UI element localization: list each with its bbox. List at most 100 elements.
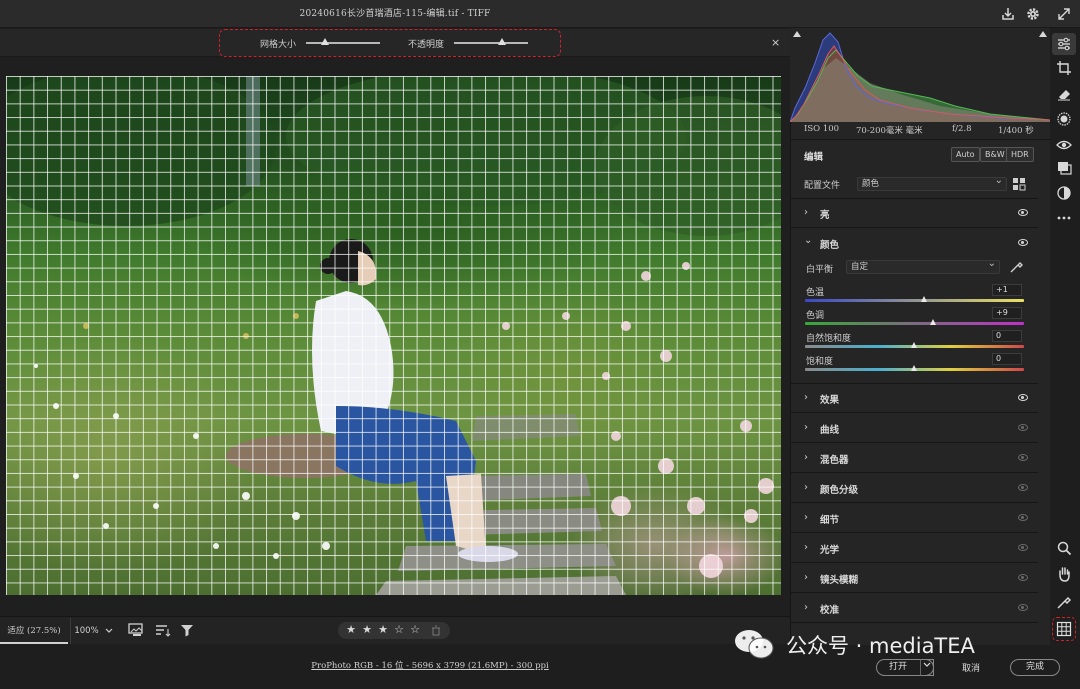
eye-icon[interactable] — [1018, 424, 1028, 431]
opacity-slider-thumb[interactable] — [498, 38, 507, 45]
iso-readout: ISO 100 — [804, 124, 840, 134]
section-effects[interactable]: › 效果 — [790, 384, 1038, 413]
histogram-graph — [789, 32, 1051, 123]
section-light[interactable]: › 亮 — [790, 199, 1038, 228]
hdr-button[interactable]: HDR — [1006, 147, 1034, 162]
tint-value[interactable]: +9 — [992, 307, 1022, 319]
opacity-label: 不透明度 — [408, 40, 445, 50]
done-button[interactable]: 完成 — [1010, 659, 1060, 676]
overlay-controls-highlight: 网格大小 不透明度 — [219, 29, 561, 57]
section-lens-blur[interactable]: › 镜头模糊 — [790, 564, 1038, 593]
overlay-close-button[interactable]: × — [771, 36, 780, 49]
sliders-icon[interactable] — [1056, 36, 1072, 52]
zoom-100-button[interactable]: 100% — [70, 618, 102, 644]
saturation-value[interactable]: 0 — [992, 353, 1022, 365]
section-optics-title: 光学 — [820, 545, 840, 556]
section-calibration[interactable]: › 校准 — [790, 594, 1038, 623]
section-curves[interactable]: › 曲线 — [790, 414, 1038, 443]
chevron-right-icon: › — [804, 452, 808, 463]
section-detail[interactable]: › 细节 — [790, 504, 1038, 533]
chevron-right-icon: › — [804, 392, 808, 403]
grid-size-slider-thumb[interactable] — [320, 38, 329, 45]
edit-title: 编辑 — [804, 152, 824, 163]
temp-value[interactable]: +1 — [992, 284, 1022, 296]
mask-icon[interactable] — [1056, 111, 1072, 127]
chevron-down-icon: ⌄ — [804, 235, 813, 246]
section-color[interactable]: ⌄ 颜色 — [790, 229, 1038, 258]
vibrance-slider-thumb[interactable] — [910, 342, 917, 348]
vibrance-value[interactable]: 0 — [992, 330, 1022, 342]
shadow-clipping-icon[interactable] — [792, 30, 802, 38]
crop-icon[interactable] — [1056, 60, 1072, 76]
rating-star-3[interactable]: ★ — [377, 623, 389, 636]
versions-icon[interactable] — [1056, 185, 1072, 201]
section-optics[interactable]: › 光学 — [790, 534, 1038, 563]
chevron-right-icon: › — [804, 572, 808, 583]
presets-icon[interactable] — [1056, 160, 1072, 176]
wechat-logo-icon — [735, 630, 774, 659]
rating-star-4[interactable]: ☆ — [393, 623, 405, 636]
eyedropper-icon[interactable] — [1010, 259, 1024, 273]
eye-icon[interactable] — [1018, 394, 1028, 401]
highlight-clipping-icon[interactable] — [1038, 30, 1048, 38]
section-mixer-title: 混色器 — [820, 455, 849, 466]
tint-slider-thumb[interactable] — [930, 319, 937, 325]
grid-size-label: 网格大小 — [260, 40, 297, 50]
divider — [790, 139, 1050, 140]
fit-zoom-button[interactable]: 适应 (27.5%) — [0, 618, 68, 644]
cancel-button[interactable]: 取消 — [955, 661, 987, 674]
eye-icon[interactable] — [1018, 484, 1028, 491]
eyedropper-icon[interactable] — [1056, 594, 1072, 610]
chevron-right-icon: › — [804, 512, 808, 523]
rating-star-2[interactable]: ★ — [361, 623, 373, 636]
section-mixer[interactable]: › 混色器 — [790, 444, 1038, 473]
grid-icon[interactable] — [1056, 621, 1072, 637]
gear-icon[interactable] — [1025, 6, 1041, 22]
section-curves-title: 曲线 — [820, 425, 840, 436]
window-title: 20240616长沙首瑞酒店-115-编辑.tif - TIFF — [299, 9, 491, 19]
chevron-right-icon: › — [804, 422, 808, 433]
histogram — [789, 28, 1051, 123]
grid-overlay — [6, 76, 781, 595]
eraser-icon[interactable] — [1056, 86, 1072, 102]
chevron-down-icon[interactable] — [104, 626, 114, 636]
white-balance-label: 白平衡 — [806, 265, 834, 275]
eye-icon[interactable] — [1018, 604, 1028, 611]
more-icon[interactable] — [1056, 210, 1072, 226]
sort-icon[interactable] — [155, 624, 171, 637]
eye-icon[interactable] — [1018, 574, 1028, 581]
zoom-icon[interactable] — [1056, 540, 1072, 556]
eye-icon[interactable] — [1056, 137, 1072, 153]
expand-icon[interactable] — [1056, 6, 1072, 22]
tint-label: 色调 — [806, 311, 825, 321]
tint-slider[interactable] — [805, 322, 1024, 325]
section-color-grading[interactable]: › 颜色分级 — [790, 474, 1038, 503]
eye-icon[interactable] — [1018, 514, 1028, 521]
before-after-icon[interactable] — [128, 623, 146, 637]
hand-icon[interactable] — [1056, 566, 1072, 582]
workflow-options-link[interactable]: ProPhoto RGB - 16 位 - 5696 x 3799 (21.6M… — [200, 659, 660, 671]
export-icon[interactable] — [1000, 6, 1016, 22]
chevron-right-icon: › — [804, 482, 808, 493]
filter-icon[interactable] — [180, 624, 194, 637]
eye-icon[interactable] — [1018, 544, 1028, 551]
auto-button[interactable]: Auto — [951, 147, 980, 162]
section-color-grading-title: 颜色分级 — [820, 485, 859, 496]
eye-icon[interactable] — [1018, 239, 1028, 246]
opacity-slider[interactable] — [454, 42, 528, 44]
profile-label: 配置文件 — [804, 181, 841, 191]
chevron-down-icon — [923, 662, 931, 667]
lens-readout: 70-200毫米 毫米 — [856, 126, 923, 136]
temp-slider-thumb[interactable] — [921, 296, 928, 302]
temp-slider[interactable] — [805, 299, 1024, 302]
grid-size-slider[interactable] — [306, 42, 380, 44]
rating-star-1[interactable]: ★ — [345, 623, 357, 636]
saturation-slider-thumb[interactable] — [910, 365, 917, 371]
trash-icon[interactable] — [431, 625, 441, 636]
eye-icon[interactable] — [1018, 209, 1028, 216]
rating-star-5[interactable]: ☆ — [409, 623, 421, 636]
profile-dropdown[interactable]: 颜色 — [857, 175, 1007, 191]
profile-browser-icon[interactable] — [1012, 177, 1026, 191]
eye-icon[interactable] — [1018, 454, 1028, 461]
white-balance-dropdown[interactable]: 自定 — [846, 258, 1000, 274]
